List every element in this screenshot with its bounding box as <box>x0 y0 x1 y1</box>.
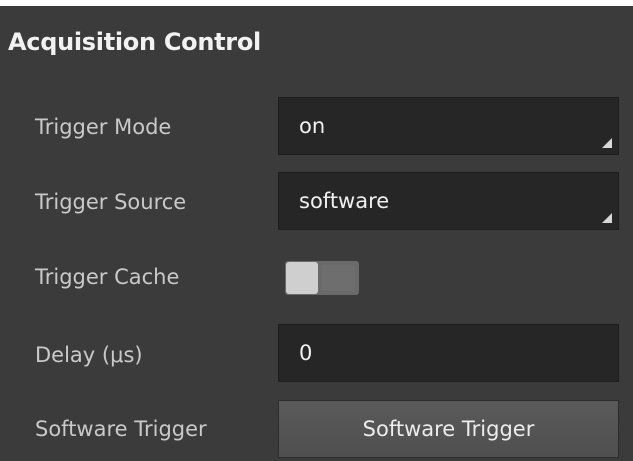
software-trigger-label: Software Trigger <box>35 417 207 441</box>
delay-input[interactable]: 0 <box>278 324 619 382</box>
dropdown-arrow-icon <box>602 213 612 223</box>
trigger-cache-toggle[interactable] <box>285 261 359 295</box>
software-trigger-button[interactable]: Software Trigger <box>278 400 619 458</box>
delay-label: Delay (μs) <box>35 343 143 367</box>
trigger-source-label: Trigger Source <box>35 190 187 214</box>
section-title: Acquisition Control <box>8 28 261 56</box>
trigger-mode-dropdown[interactable]: on <box>278 97 619 155</box>
trigger-source-dropdown[interactable]: software <box>278 172 619 230</box>
toggle-track <box>322 265 355 291</box>
trigger-cache-label: Trigger Cache <box>35 265 180 289</box>
trigger-mode-value: on <box>299 114 326 138</box>
delay-value: 0 <box>299 341 313 365</box>
dropdown-arrow-icon <box>602 138 612 148</box>
acquisition-control-panel: Acquisition Control Trigger Mode on Trig… <box>0 0 633 461</box>
toggle-knob <box>286 262 318 294</box>
trigger-mode-label: Trigger Mode <box>35 115 172 139</box>
trigger-source-value: software <box>299 189 390 213</box>
